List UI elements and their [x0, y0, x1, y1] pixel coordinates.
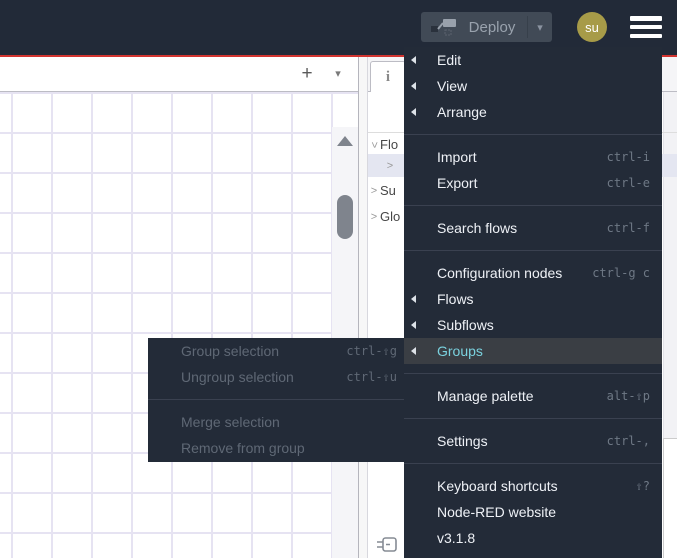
user-avatar[interactable]: su — [577, 12, 607, 42]
menu-item-manage-palette[interactable]: Manage palette alt-⇧p — [404, 383, 662, 409]
menu-icon — [630, 24, 662, 30]
menu-item-ungroup-selection[interactable]: Ungroup selection ctrl-⇧u — [148, 364, 407, 390]
menu-item-keyboard-shortcuts[interactable]: Keyboard shortcuts ⇧? — [404, 473, 662, 499]
sidebar-lower-panel — [663, 438, 677, 558]
menu-item-settings[interactable]: Settings ctrl-, — [404, 428, 662, 454]
main-menu-button[interactable] — [630, 16, 662, 38]
deploy-caret-icon[interactable]: ▾ — [528, 21, 552, 34]
deploy-button[interactable]: Deploy ▾ — [421, 12, 552, 42]
deploy-icon — [431, 19, 456, 36]
chevron-right-icon[interactable]: > — [368, 211, 380, 223]
menu-item-import[interactable]: Import ctrl-i — [404, 144, 662, 170]
scrollbar-thumb[interactable] — [337, 195, 353, 239]
menu-item-configuration-nodes[interactable]: Configuration nodes ctrl-g c — [404, 260, 662, 286]
menu-item-search-flows[interactable]: Search flows ctrl-f — [404, 215, 662, 241]
chevron-right-icon[interactable]: > — [384, 160, 396, 172]
menu-item-view[interactable]: View — [404, 73, 662, 99]
node-layout-icon[interactable] — [376, 536, 398, 554]
deploy-label: Deploy — [468, 18, 516, 36]
menu-separator — [148, 399, 407, 400]
groups-submenu: Group selection ctrl-⇧g Ungroup selectio… — [148, 338, 407, 462]
menu-item-export[interactable]: Export ctrl-e — [404, 170, 662, 196]
submenu-arrow-icon — [411, 347, 416, 355]
submenu-arrow-icon — [411, 56, 416, 64]
menu-item-subflows[interactable]: Subflows — [404, 312, 662, 338]
menu-separator — [404, 134, 662, 135]
menu-separator — [404, 205, 662, 206]
menu-item-arrange[interactable]: Arrange — [404, 99, 662, 125]
outline-label: Flo — [380, 137, 399, 152]
menu-item-group-selection[interactable]: Group selection ctrl-⇧g — [148, 338, 407, 364]
menu-icon — [630, 33, 662, 38]
menu-item-remove-from-group[interactable]: Remove from group — [148, 435, 407, 461]
submenu-arrow-icon — [411, 82, 416, 90]
flow-editor: + ▾ — [0, 57, 358, 558]
menu-separator — [404, 463, 662, 464]
menu-separator — [404, 418, 662, 419]
menu-separator — [404, 373, 662, 374]
workspace-canvas[interactable] — [0, 92, 358, 558]
menu-item-groups[interactable]: Groups — [404, 338, 662, 364]
submenu-arrow-icon — [411, 108, 416, 116]
sidebar-splitter[interactable] — [358, 57, 368, 558]
submenu-arrow-icon — [411, 321, 416, 329]
menu-item-flows[interactable]: Flows — [404, 286, 662, 312]
tab-info[interactable]: i — [370, 61, 406, 92]
flow-tab-bar: + ▾ — [0, 57, 358, 92]
menu-item-edit[interactable]: Edit — [404, 47, 662, 73]
menu-item-version[interactable]: v3.1.8 — [404, 525, 662, 551]
outline-label: Glo — [380, 209, 401, 224]
chevron-down-icon[interactable]: > — [368, 139, 380, 151]
menu-item-nodered-website[interactable]: Node-RED website — [404, 499, 662, 525]
menu-separator — [404, 250, 662, 251]
menu-item-merge-selection[interactable]: Merge selection — [148, 409, 407, 435]
add-flow-button[interactable]: + — [294, 57, 320, 91]
main-menu: Edit View Arrange Import ctrl-i Export c… — [404, 47, 662, 558]
flow-list-caret-icon[interactable]: ▾ — [326, 57, 350, 91]
info-icon: i — [385, 68, 391, 85]
chevron-right-icon[interactable]: > — [368, 185, 380, 197]
scroll-up-icon[interactable] — [337, 136, 353, 146]
menu-icon — [630, 16, 662, 21]
outline-label: Su — [380, 183, 396, 198]
submenu-arrow-icon — [411, 295, 416, 303]
